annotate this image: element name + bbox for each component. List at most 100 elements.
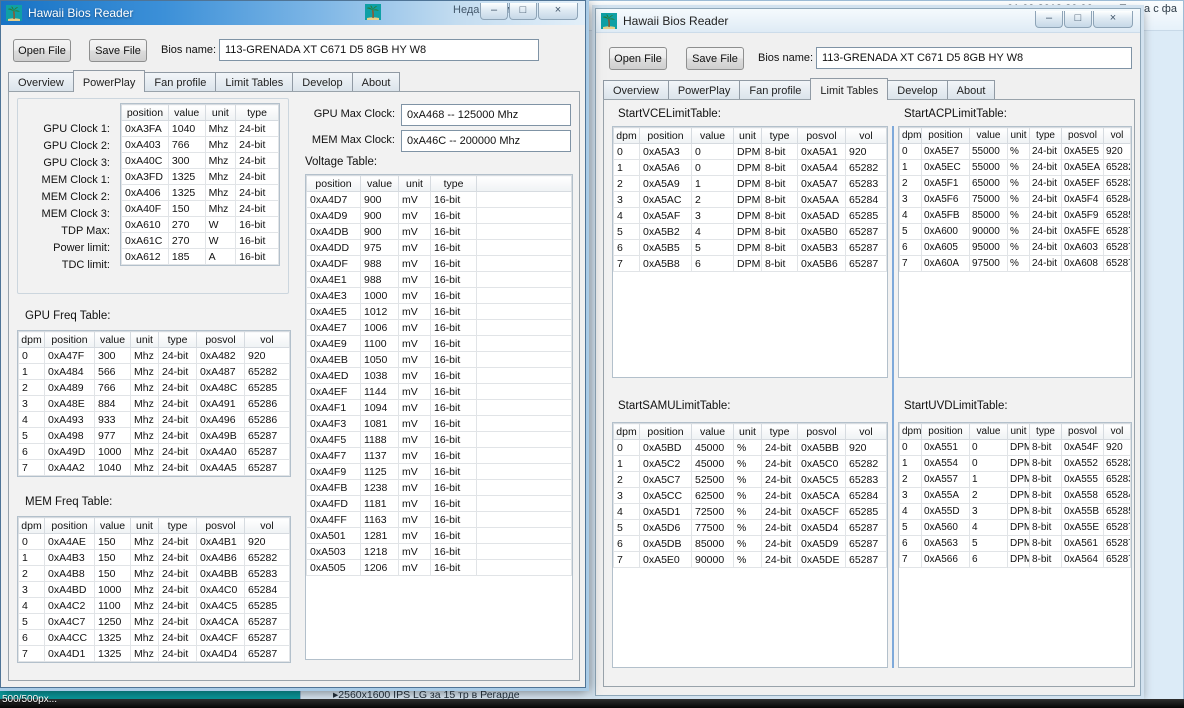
table-cell[interactable]: 0xA558 <box>1061 487 1104 504</box>
table-cell[interactable]: 1181 <box>360 495 399 512</box>
table-cell[interactable]: 0xA554 <box>921 455 970 472</box>
table-cell[interactable]: 0 <box>969 439 1008 456</box>
table-cell[interactable]: 1012 <box>360 303 399 320</box>
table-cell[interactable]: % <box>1007 207 1030 224</box>
table-cell[interactable]: 0xA4DF <box>306 255 361 272</box>
table-cell[interactable]: 1325 <box>167 184 206 201</box>
table-cell[interactable]: 0xA4D7 <box>306 191 361 208</box>
table-cell[interactable]: 65284 <box>244 581 290 598</box>
table-cell[interactable]: 65287 <box>244 645 290 662</box>
table-row[interactable]: 60xA5635DPM8-bit0xA56165287 <box>899 535 1131 552</box>
table-cell[interactable]: 0xA4A5 <box>196 459 245 476</box>
table-cell[interactable]: DPM <box>1007 503 1030 520</box>
table-row[interactable]: 0xA4F1 1094 mV 16-bit <box>306 399 572 416</box>
table-cell[interactable]: 0xA487 <box>196 363 245 380</box>
table-cell[interactable]: 0xA551 <box>921 439 970 456</box>
table-cell[interactable]: 65284 <box>1103 191 1131 208</box>
table-row[interactable]: 0xA4E1 988 mV 16-bit <box>306 271 572 288</box>
table-cell[interactable]: 1038 <box>360 367 399 384</box>
table-cell[interactable]: 0xA5FB <box>921 207 970 224</box>
table-cell[interactable]: DPM <box>1007 519 1030 536</box>
table-cell[interactable]: 5 <box>899 223 922 240</box>
table-cell[interactable]: Mhz <box>204 184 237 201</box>
table-row[interactable]: 3 0xA4BD 1000 Mhz 24-bit 0xA4C0 65284 <box>18 581 290 598</box>
table-row[interactable]: 0xA3FD 1325 Mhz 24-bit <box>121 168 279 185</box>
table-cell[interactable]: 65283 <box>845 175 887 192</box>
table-cell[interactable]: 0xA612 <box>121 248 169 265</box>
table-cell[interactable]: mV <box>398 239 431 256</box>
table-row[interactable]: 2 0xA4B8 150 Mhz 24-bit 0xA4BB 65283 <box>18 565 290 582</box>
table-cell[interactable]: 0xA4F5 <box>306 431 361 448</box>
table-cell[interactable]: 0xA5EF <box>1061 175 1104 192</box>
table-cell[interactable]: 270 <box>167 216 206 233</box>
table-cell[interactable]: 0xA5F1 <box>921 175 970 192</box>
table-cell[interactable]: 3 <box>18 395 45 412</box>
minimize-button[interactable]: – <box>480 3 508 20</box>
table-cell[interactable]: 8-bit <box>761 223 798 240</box>
table-row[interactable]: 0xA4ED 1038 mV 16-bit <box>306 367 572 384</box>
tab-fan-profile[interactable]: Fan profile <box>144 72 217 91</box>
table-cell[interactable]: 65284 <box>845 191 887 208</box>
table-cell[interactable]: 1 <box>18 363 45 380</box>
table-cell[interactable]: mV <box>398 399 431 416</box>
table-row[interactable]: 0xA4F7 1137 mV 16-bit <box>306 447 572 464</box>
table-row[interactable]: 5 0xA498 977 Mhz 24-bit 0xA49B 65287 <box>18 427 290 444</box>
table-cell[interactable]: 0xA5B2 <box>639 223 692 240</box>
table-cell[interactable]: 1081 <box>360 415 399 432</box>
table-row[interactable]: 4 0xA493 933 Mhz 24-bit 0xA496 65286 <box>18 411 290 428</box>
table-cell[interactable]: 8-bit <box>761 143 798 160</box>
table-cell[interactable]: 0xA5C7 <box>639 471 692 488</box>
table-cell[interactable]: 0xA496 <box>196 411 245 428</box>
table-cell[interactable]: 0xA4D9 <box>306 207 361 224</box>
table-cell[interactable]: 0xA5E7 <box>921 143 970 160</box>
table-row[interactable]: 4 0xA5D1 72500% 24-bit 0xA5CF 65285 <box>613 503 887 520</box>
table-row[interactable]: 20xA5571DPM8-bit0xA55565283 <box>899 471 1131 488</box>
table-cell[interactable]: 2 <box>613 471 640 488</box>
table-cell[interactable]: DPM <box>733 159 762 176</box>
table-cell[interactable]: 0xA3FD <box>121 168 169 185</box>
table-cell[interactable]: 884 <box>94 395 131 412</box>
table-cell[interactable]: 1050 <box>360 351 399 368</box>
table-cell[interactable]: 24-bit <box>761 471 798 488</box>
table-cell[interactable]: 16-bit <box>430 287 477 304</box>
table-cell[interactable]: 1325 <box>167 168 206 185</box>
table-cell[interactable]: 1094 <box>360 399 399 416</box>
table-cell[interactable]: 0xA4D4 <box>196 645 245 662</box>
table-cell[interactable]: 0xA4C2 <box>44 597 95 614</box>
table-cell[interactable]: 977 <box>94 427 131 444</box>
table-cell[interactable]: 0xA5EC <box>921 159 970 176</box>
table-cell[interactable]: 5 <box>613 519 640 536</box>
table-cell[interactable]: 2 <box>899 175 922 192</box>
table-cell[interactable]: mV <box>398 479 431 496</box>
table-cell[interactable]: 65287 <box>244 443 290 460</box>
table-cell[interactable]: 24-bit <box>1029 207 1062 224</box>
table-cell[interactable]: 1000 <box>94 581 131 598</box>
table-cell[interactable]: 0xA4EB <box>306 351 361 368</box>
table-cell[interactable]: % <box>733 503 762 520</box>
table-cell[interactable]: 0xA4E9 <box>306 335 361 352</box>
table-cell[interactable]: 0xA493 <box>44 411 95 428</box>
table-cell[interactable]: 65282 <box>845 455 887 472</box>
table-cell[interactable]: 16-bit <box>430 335 477 352</box>
table-row[interactable]: 6 0xA4CC 1325 Mhz 24-bit 0xA4CF 65287 <box>18 629 290 646</box>
table-cell[interactable]: 4 <box>969 519 1008 536</box>
table-cell[interactable]: 3 <box>613 191 640 208</box>
table-cell[interactable]: 150 <box>94 549 131 566</box>
table-cell[interactable]: 24-bit <box>1029 159 1062 176</box>
table-cell[interactable]: 0xA5B3 <box>797 239 846 256</box>
table-cell[interactable]: mV <box>398 271 431 288</box>
maximize-button[interactable]: □ <box>509 3 537 20</box>
table-cell[interactable]: 65287 <box>1103 255 1131 272</box>
table-cell[interactable]: 24-bit <box>158 581 197 598</box>
table-cell[interactable]: 65287 <box>1103 519 1131 536</box>
table-row[interactable]: 2 0xA5A9 1 DPM 8-bit 0xA5A7 65283 <box>613 175 887 192</box>
table-cell[interactable]: 16-bit <box>430 415 477 432</box>
table-cell[interactable]: 0xA5C2 <box>639 455 692 472</box>
table-cell[interactable]: Mhz <box>130 427 159 444</box>
table-row[interactable]: 0 0xA5BD 45000% 24-bit 0xA5BB 920 <box>613 439 887 456</box>
table-cell[interactable]: 16-bit <box>430 367 477 384</box>
table-cell[interactable]: 0xA5CF <box>797 503 846 520</box>
table-cell[interactable] <box>476 543 572 560</box>
tab-overview[interactable]: Overview <box>603 80 669 99</box>
table-cell[interactable]: 0xA4FD <box>306 495 361 512</box>
